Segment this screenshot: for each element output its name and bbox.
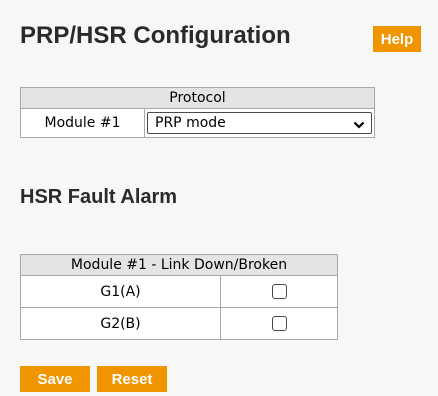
protocol-select[interactable]: PRP mode bbox=[147, 112, 372, 134]
reset-button[interactable]: Reset bbox=[97, 366, 167, 392]
protocol-header: Protocol bbox=[20, 87, 375, 109]
save-button[interactable]: Save bbox=[20, 366, 90, 392]
chevron-down-icon bbox=[353, 118, 365, 129]
module-label: Module #1 bbox=[20, 108, 145, 138]
checkbox-cell bbox=[220, 307, 338, 340]
table-row: G2(B) bbox=[20, 307, 338, 340]
fault-alarm-header: Module #1 - Link Down/Broken bbox=[20, 254, 338, 276]
g2-alarm-checkbox[interactable] bbox=[271, 316, 287, 331]
protocol-select-value: PRP mode bbox=[155, 115, 226, 131]
port-label: G1(A) bbox=[20, 275, 221, 308]
protocol-select-cell: PRP mode bbox=[144, 108, 375, 138]
help-button[interactable]: Help bbox=[373, 26, 421, 52]
page: PRP/HSR Configuration Help Protocol Modu… bbox=[0, 0, 438, 396]
g1-alarm-checkbox[interactable] bbox=[271, 284, 287, 299]
checkbox-cell bbox=[220, 275, 338, 308]
port-label: G2(B) bbox=[20, 307, 221, 340]
page-title: PRP/HSR Configuration bbox=[20, 22, 291, 49]
fault-alarm-table: Module #1 - Link Down/Broken G1(A) G2(B) bbox=[20, 254, 338, 340]
protocol-table: Protocol Module #1 PRP mode bbox=[20, 87, 375, 138]
table-row: G1(A) bbox=[20, 275, 338, 308]
section-title-hsr-fault-alarm: HSR Fault Alarm bbox=[20, 186, 178, 208]
